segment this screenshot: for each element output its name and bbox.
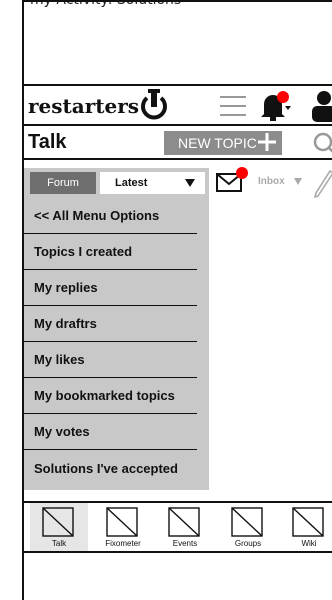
activity-menu-panel: Forum Latest << All Menu Options Topics … [24,168,209,490]
nav-item-label: Groups [234,539,262,548]
power-logo-icon [141,89,167,120]
page-title: Talk [28,131,67,153]
tab-forum[interactable]: Forum [30,172,96,194]
menu-item-all-options[interactable]: << All Menu Options [24,198,197,234]
chevron-down-icon [185,179,195,187]
nav-item-talk[interactable]: Talk [30,503,88,551]
menu-item-replies[interactable]: My replies [24,270,197,306]
nav-item-label: Talk [51,539,67,548]
user-avatar-icon[interactable] [308,90,332,122]
menu-item-topics-created[interactable]: Topics I created [24,234,197,270]
events-placeholder-icon [168,507,200,537]
notifications-bell-icon[interactable] [258,90,292,122]
pencil-icon[interactable] [312,168,332,198]
app-header: restarters [22,84,332,126]
new-topic-label: NEW TOPIC [178,135,257,151]
menu-item-bookmarked-topics[interactable]: My bookmarked topics [24,378,197,414]
talk-placeholder-icon [42,507,74,537]
nav-item-groups[interactable]: Groups [219,503,277,551]
plus-icon [258,133,276,151]
groups-placeholder-icon [231,507,263,537]
nav-item-label: Wiki [301,539,317,548]
hamburger-menu-icon[interactable] [220,95,246,117]
inbox-chevron-down-icon[interactable] [294,178,302,185]
nav-item-wiki[interactable]: Wiki [280,503,332,551]
logo-text: restarters [28,94,140,118]
nav-item-events[interactable]: Events [156,503,214,551]
wiki-placeholder-icon [292,507,324,537]
menu-item-drafts[interactable]: My draftrs [24,306,197,342]
menu-item-likes[interactable]: My likes [24,342,197,378]
inbox-label[interactable]: Inbox [258,176,285,187]
nav-item-fixometer[interactable]: Fixometer [94,503,152,551]
fixometer-placeholder-icon [106,507,138,537]
mail-icon[interactable] [216,166,250,194]
menu-item-solutions-accepted[interactable]: Solutions I've accepted [24,450,197,486]
talk-toolbar: Talk NEW TOPIC [22,126,332,160]
nav-item-label: Fixometer [105,539,141,548]
new-topic-button[interactable]: NEW TOPIC [164,131,282,155]
tab-latest[interactable]: Latest [100,172,205,194]
bottom-nav: Talk Fixometer Events Groups Wiki [22,501,332,553]
menu-item-votes[interactable]: My votes [24,414,197,450]
tab-latest-label: Latest [115,177,148,189]
activity-menu-list: << All Menu Options Topics I created My … [24,198,209,486]
nav-item-label: Events [172,539,198,548]
search-icon[interactable] [312,131,332,157]
